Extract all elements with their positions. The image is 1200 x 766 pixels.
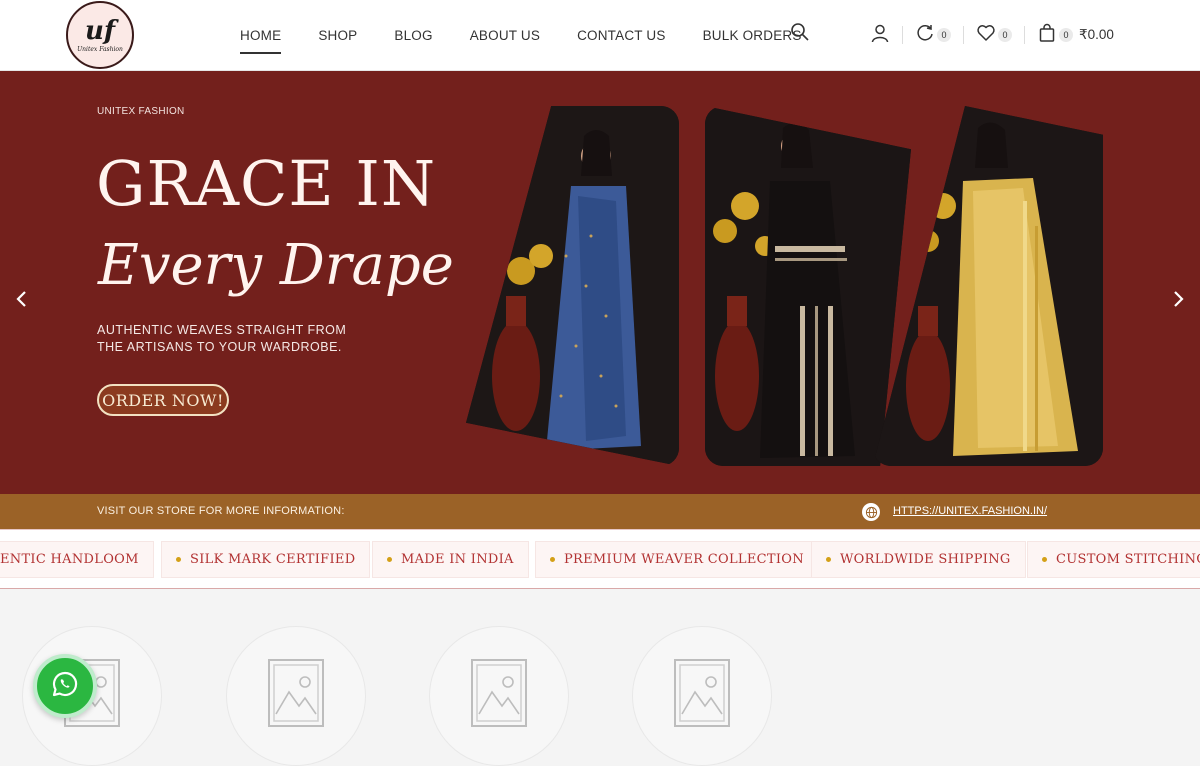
nav-shop[interactable]: SHOP [318,0,357,70]
hero-brand: UNITEX FASHION [97,106,185,117]
marquee-item: CUSTOM STITCHING A [1027,541,1200,578]
heart-icon [976,23,996,48]
bullet-dot [387,557,392,562]
wishlist-count-badge: 0 [998,28,1012,42]
bullet-dot [826,557,831,562]
divider [902,26,903,44]
category-circle[interactable] [632,626,772,766]
marquee-item-label: PREMIUM WEAVER COLLECTION [564,552,804,567]
store-info-strip: VISIT OUR STORE FOR MORE INFORMATION: HT… [0,494,1200,529]
compare-count-badge: 0 [937,28,951,42]
whatsapp-icon [51,670,79,703]
image-placeholder-icon [268,659,324,727]
hero-slider: UNITEX FASHION GRACE IN Every Drape AUTH… [0,71,1200,494]
main-nav: HOME SHOP BLOG ABOUT US CONTACT US BULK … [240,0,839,70]
logo-mark: uf [84,15,116,46]
search-icon[interactable] [790,22,810,42]
divider [963,26,964,44]
cart-button[interactable]: 0 ₹0.00 [1037,23,1114,48]
site-header: uf Unitex Fashion HOME SHOP BLOG ABOUT U… [0,0,1200,71]
image-placeholder-icon [471,659,527,727]
cart-total: ₹0.00 [1079,27,1114,42]
marquee-item: WORLDWIDE SHIPPING [811,541,1026,578]
compare-button[interactable]: 0 [915,23,951,48]
hero-photo-blue-saree [466,106,679,466]
whatsapp-button[interactable] [33,654,97,718]
bullet-dot [176,557,181,562]
marquee-item: MADE IN INDIA [372,541,529,578]
chevron-left-icon[interactable] [12,289,32,309]
store-info-text: VISIT OUR STORE FOR MORE INFORMATION: [97,505,345,517]
marquee-item: PREMIUM WEAVER COLLECTION [535,541,819,578]
marquee-item-label: MADE IN INDIA [401,552,514,567]
marquee-item: SILK MARK CERTIFIED [161,541,371,578]
features-marquee: ENTIC HANDLOOM SILK MARK CERTIFIED MADE … [0,529,1200,589]
nav-home[interactable]: HOME [240,0,282,70]
user-icon [870,23,890,48]
nav-blog[interactable]: BLOG [394,0,432,70]
bullet-dot [550,557,555,562]
category-section [0,590,1200,766]
store-website-link[interactable]: HTTPS://UNITEX.FASHION.IN/ [893,505,1047,517]
marquee-item-label: WORLDWIDE SHIPPING [840,552,1011,567]
hero-headline: GRACE IN [96,147,437,220]
category-circle[interactable] [429,626,569,766]
hero-description: AUTHENTIC WEAVES STRAIGHT FROM THE ARTIS… [97,323,347,354]
compare-icon [915,23,935,48]
nav-about-us[interactable]: ABOUT US [470,0,540,70]
nav-bulk-orders[interactable]: BULK ORDERS [703,0,802,70]
cart-icon [1037,23,1057,48]
site-logo[interactable]: uf Unitex Fashion [66,1,134,69]
wishlist-button[interactable]: 0 [976,23,1012,48]
chevron-right-icon[interactable] [1168,289,1188,309]
image-placeholder-icon [674,659,730,727]
cart-count-badge: 0 [1059,28,1073,42]
header-actions: 0 0 0 ₹0.00 [870,20,1114,50]
globe-icon [862,503,880,521]
hero-script-line: Every Drape [98,233,454,298]
marquee-item-label: ENTIC HANDLOOM [0,552,139,567]
marquee-item-label: CUSTOM STITCHING A [1056,552,1200,567]
marquee-item-label: SILK MARK CERTIFIED [190,552,356,567]
bullet-dot [1042,557,1047,562]
order-now-button[interactable]: ORDER NOW! [97,384,229,416]
nav-contact-us[interactable]: CONTACT US [577,0,666,70]
hero-photo-black-saree [705,106,911,466]
divider [1024,26,1025,44]
logo-text: Unitex Fashion [77,45,123,53]
category-circle[interactable] [226,626,366,766]
account-button[interactable] [870,23,890,48]
marquee-item: ENTIC HANDLOOM [0,541,154,578]
